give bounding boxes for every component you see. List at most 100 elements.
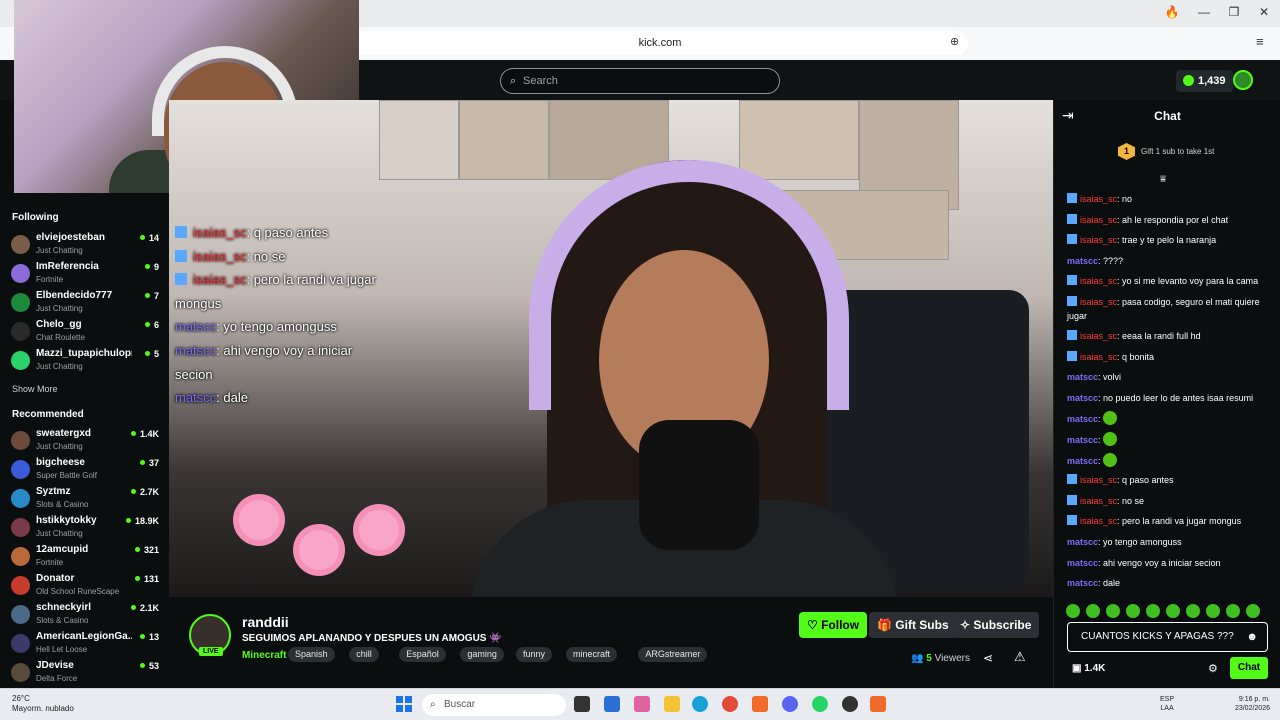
chat-username[interactable]: isaias_sc [1080,297,1117,307]
channel-item[interactable]: 12amcupid Fortnite 321 [0,542,168,571]
system-clock[interactable]: 9:16 p. m. 23/02/2026 [1226,695,1270,713]
follow-button[interactable]: ♡ Follow [799,612,868,638]
chat-username[interactable]: isaias_sc [1080,215,1117,225]
stream-category[interactable]: Minecraft [242,650,286,661]
viewer-count-label: Viewers [934,653,970,664]
chat-kicks[interactable]: ▣ 1.4K [1072,663,1105,674]
gear-icon[interactable]: ⚙ [1208,662,1218,675]
kicks-balance[interactable]: 1,439 [1176,70,1233,92]
chat-username[interactable]: isaias_sc [1080,475,1117,485]
chat-text: : dale [216,390,248,406]
video-player[interactable]: isaias_sc: q paso antes isaias_sc: no se i… [169,100,1053,597]
chat-text: : q paso antes [1117,475,1174,486]
stream-tag[interactable]: gaming [460,647,504,662]
channel-item[interactable]: Chelo_gg Chat Roulette 6 [0,317,168,346]
assistant-icon[interactable]: ⊕ [950,35,959,48]
menu-icon[interactable]: ≡ [1256,34,1264,49]
search-placeholder: Search [523,75,558,87]
show-more-link[interactable]: Show More [12,384,58,394]
channel-item[interactable]: AmericanLegionGa... Hell Let Loose 13 [0,629,168,658]
whatsapp-icon[interactable] [812,696,828,712]
chat-username[interactable]: isaias_sc [1080,496,1117,506]
stream-tag[interactable]: chill [349,647,379,662]
channel-item[interactable]: Elbendecido777 Just Chatting 7 [0,288,168,317]
obs-icon[interactable] [842,696,858,712]
brave-icon[interactable] [752,696,768,712]
channel-item[interactable]: hstikkytokky Just Chatting 18.9K [0,513,168,542]
user-avatar[interactable] [1233,70,1253,90]
chat-username[interactable]: matscc [1067,558,1098,568]
emote-icon[interactable] [1086,604,1100,618]
channel-item[interactable]: schneckyirl Slots & Casino 2.1K [0,600,168,629]
emote-icon[interactable] [1126,604,1140,618]
stream-tag[interactable]: funny [516,647,553,662]
emote-icon[interactable] [1206,604,1220,618]
close-icon[interactable]: ✕ [1254,5,1274,19]
emote-icon[interactable] [1186,604,1200,618]
share-icon[interactable]: ⋖ [983,651,993,665]
chat-username[interactable]: matscc [1067,537,1098,547]
chat-username: matscc [175,343,217,358]
chat-username[interactable]: matscc [1067,393,1098,403]
chat-username[interactable]: isaias_sc [1080,352,1117,362]
chat-username[interactable]: matscc [1067,578,1098,588]
chat-username[interactable]: isaias_sc [1080,194,1117,204]
emote-icon[interactable] [1106,604,1120,618]
channel-item[interactable]: Syztmz Slots & Casino 2.7K [0,484,168,513]
chat-username[interactable]: matscc [1067,435,1098,445]
chat-username[interactable]: matscc [1067,414,1098,424]
copilot-icon[interactable] [634,696,650,712]
channel-item[interactable]: sweatergxd Just Chatting 1.4K [0,426,168,455]
pinned-messages-icon[interactable]: ⩸ [1160,174,1166,185]
task-view-icon[interactable] [574,696,590,712]
stream-tag[interactable]: Español [399,647,446,662]
chat-input[interactable]: CUANTOS KICKS Y APAGAS ??? ☻ [1067,622,1268,652]
channel-item[interactable]: Mazzi_tupapichulopr Just Chatting 5 [0,346,168,375]
chat-username[interactable]: matscc [1067,256,1098,266]
file-explorer-icon[interactable] [664,696,680,712]
stream-tag[interactable]: ARGstreamer [638,647,708,662]
windows-start-icon[interactable] [396,696,412,712]
chrome-icon[interactable] [722,696,738,712]
brave-active-icon[interactable] [870,696,886,712]
channel-item[interactable]: ImReferencia Fortnite 9 [0,259,168,288]
chat-username[interactable]: isaias_sc [1080,331,1117,341]
url-field[interactable]: kick.com [352,31,968,55]
channel-item[interactable]: elviejoesteban Just Chatting 14 [0,230,168,259]
store-icon[interactable] [604,696,620,712]
minimize-icon[interactable]: — [1194,5,1214,19]
send-chat-button[interactable]: Chat [1230,657,1268,679]
emote-icon[interactable] [1246,604,1260,618]
chat-username[interactable]: matscc [1067,456,1098,466]
streamer-name[interactable]: randdii [242,614,289,630]
subscribe-button[interactable]: ✧ Subscribe [952,612,1040,638]
viewer-count: 9 [145,262,159,272]
restore-icon[interactable]: ❐ [1224,5,1244,19]
flame-icon[interactable]: 🔥 [1162,5,1182,19]
search-input[interactable]: ⌕ Search [500,68,780,94]
chat-username[interactable]: isaias_sc [1080,276,1117,286]
edge-icon[interactable] [692,696,708,712]
gift-subs-button[interactable]: 🎁 Gift Subs [869,612,957,638]
emote-icon[interactable] [1226,604,1240,618]
emoji-icon[interactable]: ☻ [1246,623,1258,651]
chat-message: matscc: no puedo leer lo de antes isaa r… [1067,391,1272,405]
discord-icon[interactable] [782,696,798,712]
stream-tag[interactable]: Spanish [288,647,335,662]
channel-item[interactable]: bigcheese Super Battle Golf 37 [0,455,168,484]
input-language[interactable]: ESP LAA [1160,695,1174,713]
emote-icon[interactable] [1066,604,1080,618]
channel-item[interactable]: Donator Old School RuneScape 131 [0,571,168,600]
taskbar-search-placeholder: Buscar [444,699,476,710]
weather-widget[interactable]: 26°C Mayorm. nublado [12,694,74,714]
taskbar-search[interactable]: ⌕ Buscar [422,694,566,716]
chat-username[interactable]: isaias_sc [1080,235,1117,245]
stream-tag[interactable]: minecraft [566,647,618,662]
gift-leaderboard[interactable]: 1 Gift 1 sub to take 1st [1118,143,1214,160]
chat-username[interactable]: isaias_sc [1080,516,1117,526]
report-icon[interactable]: ⚠ [1014,649,1026,665]
channel-item[interactable]: JDevise Delta Force 53 [0,658,168,687]
emote-icon[interactable] [1166,604,1180,618]
emote-icon[interactable] [1146,604,1160,618]
chat-username[interactable]: matscc [1067,372,1098,382]
